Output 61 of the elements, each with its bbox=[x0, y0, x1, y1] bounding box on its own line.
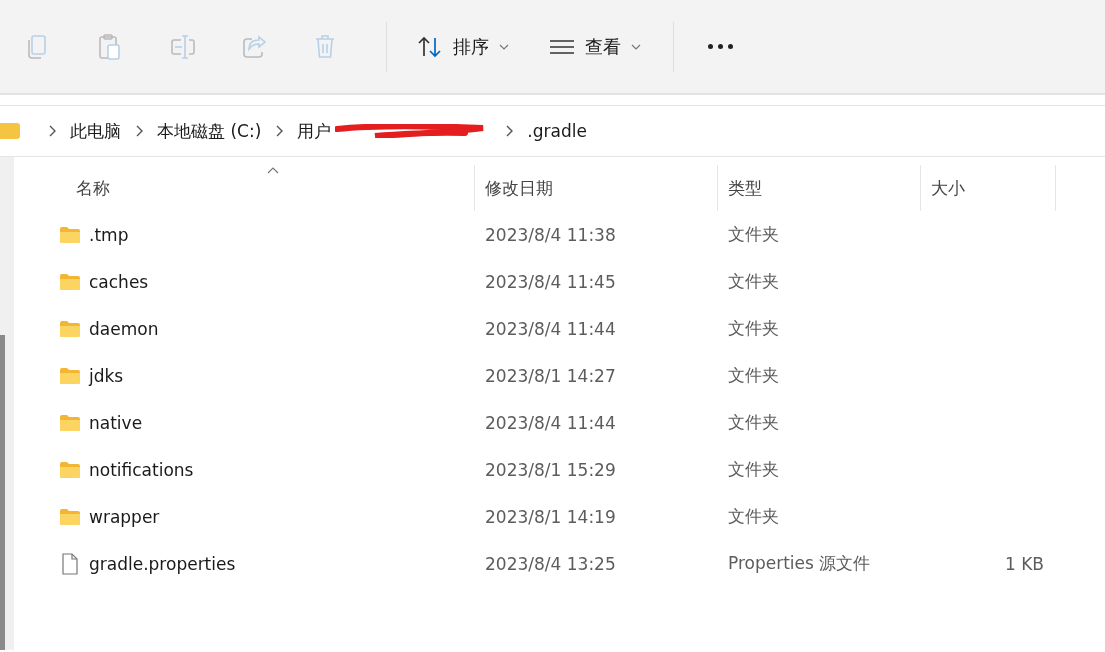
file-row[interactable]: jdks 2023/8/1 14:27 文件夹 bbox=[55, 352, 1056, 399]
file-row[interactable]: caches 2023/8/4 11:45 文件夹 bbox=[55, 258, 1056, 305]
file-type: 文件夹 bbox=[728, 459, 779, 479]
file-name: native bbox=[89, 412, 143, 433]
view-menu-button[interactable]: 查看 bbox=[541, 28, 649, 65]
folder-icon bbox=[59, 507, 81, 526]
file-name: jdks bbox=[89, 365, 124, 386]
column-header[interactable]: 名称 bbox=[76, 176, 110, 200]
file-row[interactable]: .tmp 2023/8/4 11:38 文件夹 bbox=[55, 211, 1056, 258]
breadcrumb-item[interactable]: 此电脑 bbox=[70, 115, 121, 147]
column-header[interactable]: 类型 bbox=[728, 176, 762, 200]
file-type: 文件夹 bbox=[728, 224, 779, 244]
folder-icon bbox=[59, 272, 81, 291]
file-size: 1 KB bbox=[1004, 553, 1044, 574]
file-row[interactable]: gradle.properties 2023/8/4 13:25 Properties 源文件 1 KB bbox=[55, 540, 1056, 587]
file-type: 文件夹 bbox=[728, 506, 779, 526]
chevron-icon[interactable] bbox=[135, 125, 143, 137]
file-row[interactable]: wrapper 2023/8/1 14:19 文件夹 bbox=[55, 493, 1056, 540]
modified-date: 2023/8/4 11:38 bbox=[485, 224, 616, 245]
chevron-icon[interactable] bbox=[48, 125, 56, 137]
modified-date: 2023/8/4 11:45 bbox=[485, 271, 616, 292]
chevron-icon[interactable] bbox=[275, 125, 284, 137]
chevron-down-icon bbox=[499, 43, 509, 50]
file-type: 文件夹 bbox=[728, 318, 779, 338]
breadcrumb-item[interactable]: .gradle bbox=[527, 117, 587, 145]
modified-date: 2023/8/1 14:27 bbox=[485, 365, 616, 386]
file-name: notifications bbox=[89, 459, 194, 480]
modified-date: 2023/8/1 15:29 bbox=[485, 459, 616, 480]
modified-date: 2023/8/4 11:44 bbox=[485, 318, 616, 339]
file-type: 文件夹 bbox=[728, 271, 779, 291]
file-row[interactable]: native 2023/8/4 11:44 文件夹 bbox=[55, 399, 1056, 446]
file-row[interactable]: daemon 2023/8/4 11:44 文件夹 bbox=[55, 305, 1056, 352]
scrollbar-thumb[interactable] bbox=[0, 335, 5, 650]
sort-icon bbox=[417, 35, 443, 58]
file-name: gradle.properties bbox=[89, 553, 236, 574]
file-row[interactable]: notifications 2023/8/1 15:29 文件夹 bbox=[55, 446, 1056, 493]
file-name: wrapper bbox=[89, 506, 160, 527]
file-type: 文件夹 bbox=[728, 412, 779, 432]
file-name: .tmp bbox=[89, 224, 129, 245]
breadcrumb-item[interactable]: 用户 bbox=[297, 115, 332, 147]
chevron-down-icon bbox=[631, 43, 641, 50]
file-name: daemon bbox=[89, 318, 159, 339]
file-name: caches bbox=[89, 271, 149, 292]
folder-icon bbox=[0, 123, 20, 139]
sort-menu-button[interactable]: 排序 bbox=[409, 28, 517, 65]
column-header[interactable]: 大小 bbox=[931, 176, 965, 200]
breadcrumb-item[interactable]: 本地磁盘 (C:) bbox=[157, 115, 262, 147]
folder-icon bbox=[59, 413, 81, 432]
chevron-icon[interactable] bbox=[505, 125, 514, 137]
folder-icon bbox=[59, 225, 81, 244]
modified-date: 2023/8/4 13:25 bbox=[485, 553, 616, 574]
column-header[interactable]: 修改日期 bbox=[485, 176, 553, 200]
list-view-icon bbox=[549, 38, 575, 55]
folder-icon bbox=[59, 366, 81, 385]
file-icon bbox=[59, 552, 81, 575]
modified-date: 2023/8/1 14:19 bbox=[485, 506, 616, 527]
folder-icon bbox=[59, 319, 81, 338]
folder-icon bbox=[59, 460, 81, 479]
file-type: 文件夹 bbox=[728, 365, 779, 385]
modified-date: 2023/8/4 11:44 bbox=[485, 412, 616, 433]
file-type: Properties 源文件 bbox=[728, 553, 871, 573]
